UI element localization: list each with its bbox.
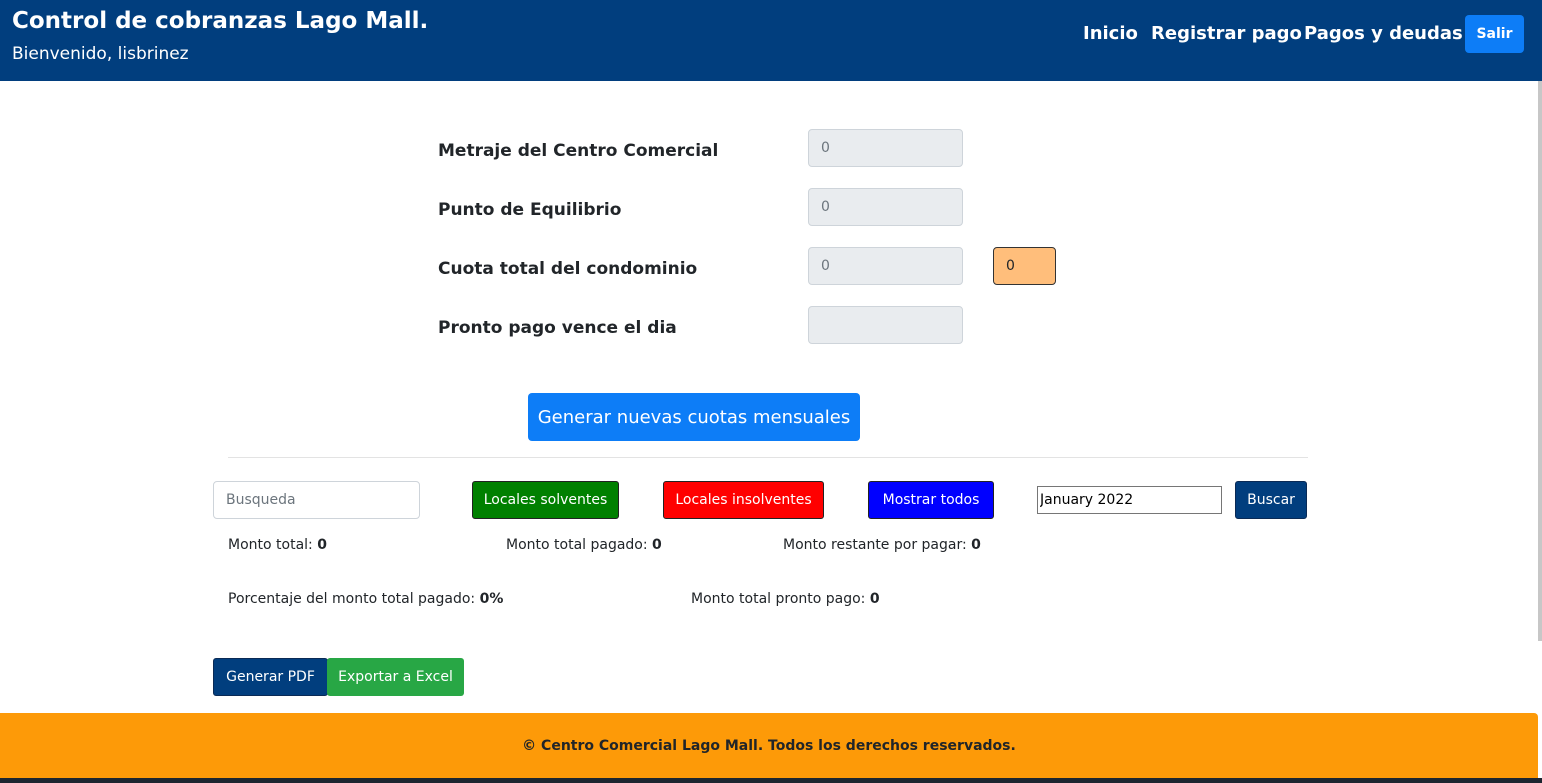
pronto-label: Pronto pago vence el dia (438, 318, 677, 338)
filter-solventes-button[interactable]: Locales solventes (472, 481, 619, 519)
stat-pronto-pago-label: Monto total pronto pago: (691, 591, 866, 607)
top-navbar: Control de cobranzas Lago Mall. Bienveni… (0, 0, 1542, 81)
nav-pagos-y-deudas[interactable]: Pagos y deudas (1304, 23, 1463, 44)
generate-fees-button[interactable]: Generar nuevas cuotas mensuales (528, 393, 860, 441)
stat-monto-total: Monto total: 0 (228, 537, 327, 553)
logout-button[interactable]: Salir (1465, 15, 1524, 53)
stat-monto-total-value: 0 (317, 537, 327, 553)
stat-monto-pagado-label: Monto total pagado: (506, 537, 648, 553)
app-title: Control de cobranzas Lago Mall. (12, 8, 429, 34)
pronto-field (808, 306, 963, 344)
search-input[interactable] (213, 481, 420, 519)
stat-monto-restante: Monto restante por pagar: 0 (783, 537, 981, 553)
equilibrio-label: Punto de Equilibrio (438, 200, 622, 220)
stat-monto-restante-value: 0 (971, 537, 981, 553)
bottom-strip (0, 778, 1542, 783)
stat-pronto-pago: Monto total pronto pago: 0 (691, 591, 880, 607)
stat-porcentaje: Porcentaje del monto total pagado: 0% (228, 591, 503, 607)
stat-porcentaje-label: Porcentaje del monto total pagado: (228, 591, 476, 607)
page-scrollbar[interactable] (1538, 81, 1542, 641)
stat-pronto-pago-value: 0 (869, 591, 880, 607)
metraje-label: Metraje del Centro Comercial (438, 141, 719, 161)
stat-monto-pagado-value: 0 (652, 537, 662, 553)
nav-inicio[interactable]: Inicio (1083, 23, 1138, 44)
search-button[interactable]: Buscar (1235, 481, 1307, 519)
welcome-text: Bienvenido, lisbrinez (12, 44, 189, 64)
filter-insolventes-button[interactable]: Locales insolventes (663, 481, 824, 519)
footer: © Centro Comercial Lago Mall. Todos los … (0, 713, 1538, 779)
stat-monto-total-label: Monto total: (228, 537, 313, 553)
month-input[interactable] (1037, 486, 1222, 514)
stat-monto-restante-label: Monto restante por pagar: (783, 537, 967, 553)
cuota-field: 0 (808, 247, 963, 285)
metraje-field: 0 (808, 129, 963, 167)
generate-pdf-button[interactable]: Generar PDF (213, 658, 328, 696)
show-all-button[interactable]: Mostrar todos (868, 481, 994, 519)
footer-text: © Centro Comercial Lago Mall. Todos los … (522, 738, 1016, 754)
export-excel-button[interactable]: Exportar a Excel (327, 658, 464, 696)
cuota-label: Cuota total del condominio (438, 259, 698, 279)
cuota-highlight-field[interactable]: 0 (993, 247, 1056, 285)
equilibrio-field: 0 (808, 188, 963, 226)
nav-registrar-pago[interactable]: Registrar pago (1151, 23, 1302, 44)
stat-porcentaje-value: 0% (479, 591, 504, 607)
section-divider (228, 457, 1308, 458)
stat-monto-pagado: Monto total pagado: 0 (506, 537, 662, 553)
